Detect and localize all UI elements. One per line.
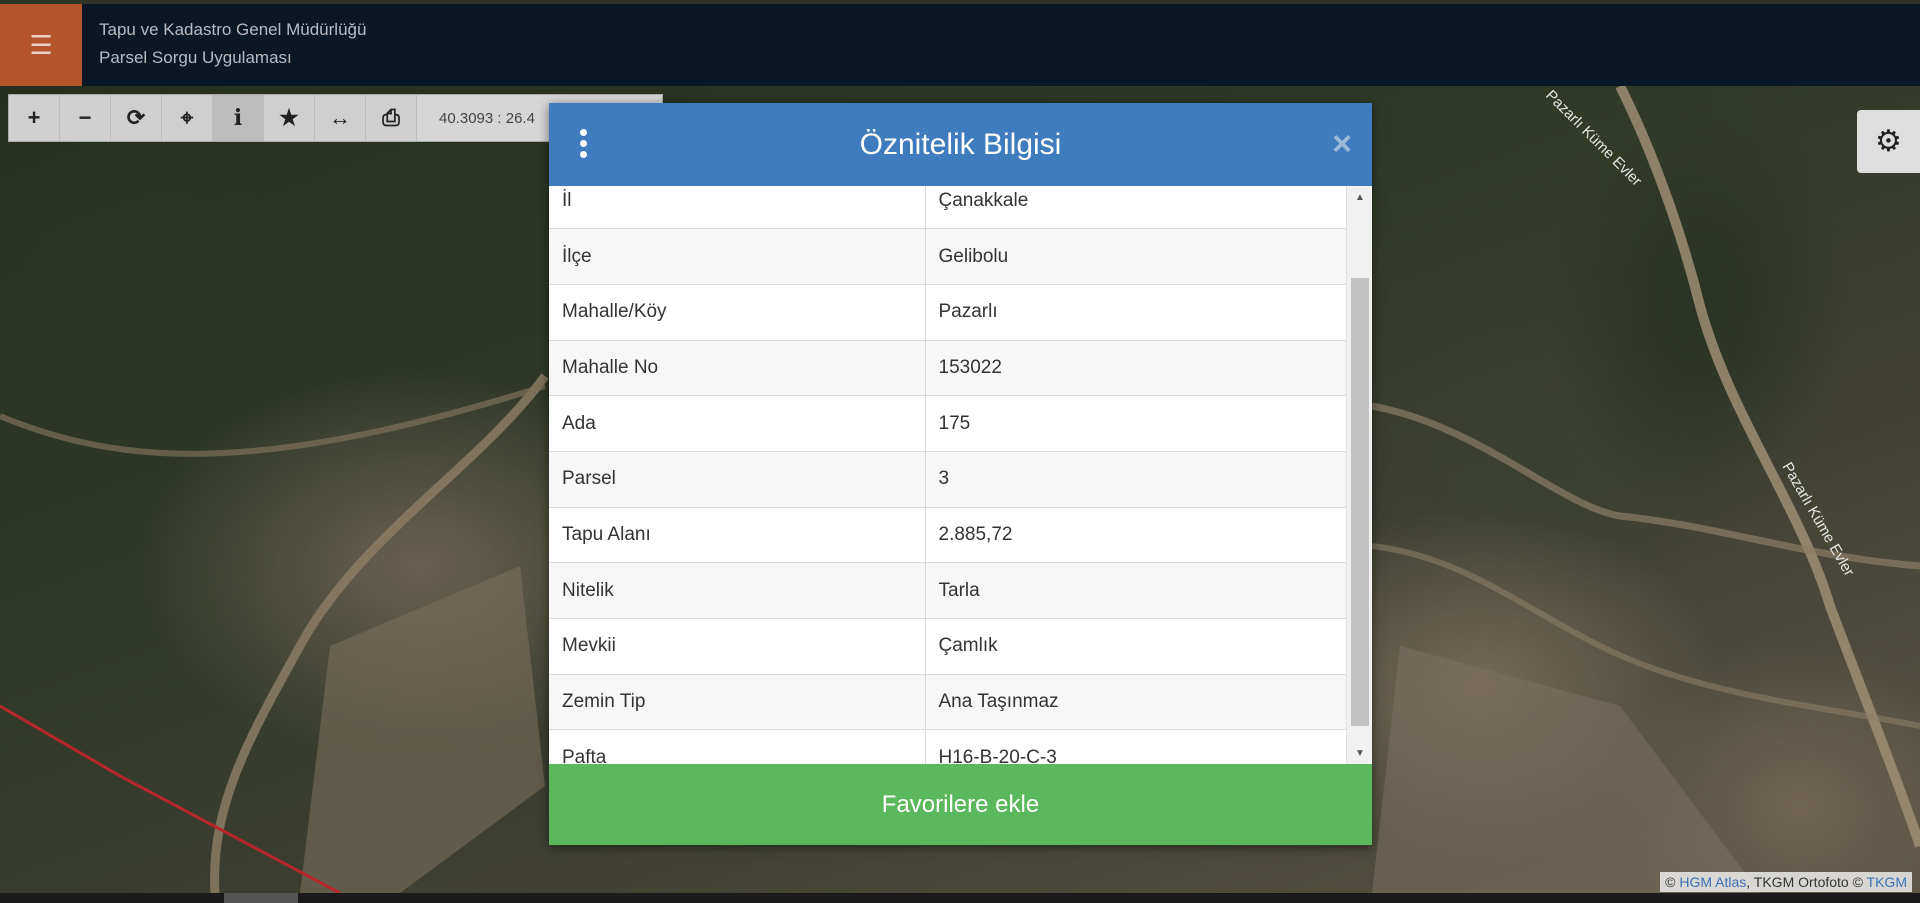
attribute-value: Pazarlı xyxy=(925,284,1346,341)
bottom-tab[interactable] xyxy=(224,893,298,903)
dialog-header: Öznitelik Bilgisi × xyxy=(549,103,1372,186)
attribute-key: Mevkii xyxy=(549,618,926,675)
more-options-icon[interactable] xyxy=(577,129,589,158)
scroll-up-arrow-icon[interactable]: ▲ xyxy=(1347,186,1373,208)
table-row: Nitelik Tarla xyxy=(549,562,1346,619)
zoom-in-icon: + xyxy=(27,105,41,130)
table-row: Tapu Alanı 2.885,72 xyxy=(549,507,1346,564)
hamburger-icon: ☰ xyxy=(29,29,53,60)
zoom-out-icon: − xyxy=(78,105,92,130)
attribute-info-dialog: Öznitelik Bilgisi × İl Çanakkale İlçe Gelib… xyxy=(549,103,1372,845)
info-button[interactable]: i xyxy=(213,95,264,141)
app-subtitle: Parsel Sorgu Uygulaması xyxy=(99,48,292,67)
table-row: Mahalle/Köy Pazarlı xyxy=(549,284,1346,341)
attribute-key: İlçe xyxy=(549,228,926,285)
refresh-icon: ⟳ xyxy=(126,105,146,130)
favorite-button[interactable]: ★ xyxy=(264,95,315,141)
map-attribution: © HGM Atlas, TKGM Ortofoto © TKGM xyxy=(1660,872,1912,892)
attribution-middle: , TKGM Ortofoto © xyxy=(1746,874,1867,890)
attribute-value: Gelibolu xyxy=(925,228,1346,285)
attribution-prefix: © xyxy=(1665,874,1680,890)
table-scrollbar[interactable]: ▲ ▼ xyxy=(1346,186,1372,764)
table-row: Zemin Tip Ana Taşınmaz xyxy=(549,674,1346,731)
attribute-table-container[interactable]: İl Çanakkale İlçe Gelibolu Mahalle/Köy Pazarl… xyxy=(549,186,1372,764)
close-icon[interactable]: × xyxy=(1332,125,1352,164)
settings-button[interactable]: ⚙ xyxy=(1857,110,1920,173)
attribute-value: H16-B-20-C-3 xyxy=(925,729,1346,764)
print-button[interactable]: ⎙ xyxy=(366,95,417,141)
attribute-value: Çanakkale xyxy=(925,186,1346,230)
attribute-key: Mahalle No xyxy=(549,340,926,397)
app-title: Tapu ve Kadastro Genel Müdürlüğü xyxy=(99,20,367,39)
scroll-down-arrow-icon[interactable]: ▼ xyxy=(1347,742,1373,764)
hgm-atlas-link[interactable]: HGM Atlas xyxy=(1679,874,1746,890)
attribute-key: Nitelik xyxy=(549,562,926,619)
table-row: Mahalle No 153022 xyxy=(549,340,1346,397)
attribute-key: Ada xyxy=(549,395,926,452)
attribute-key: Zemin Tip xyxy=(549,674,926,731)
refresh-button[interactable]: ⟳ xyxy=(111,95,162,141)
print-icon: ⎙ xyxy=(382,105,400,130)
attribute-key: Pafta xyxy=(549,729,926,764)
add-to-favorites-button[interactable]: Favorilere ekle xyxy=(549,764,1372,845)
app-header: ☰ Tapu ve Kadastro Genel Müdürlüğü Parse… xyxy=(0,4,1920,86)
app-brand: Tapu ve Kadastro Genel Müdürlüğü Parsel … xyxy=(99,16,366,72)
measure-button[interactable]: ↔ xyxy=(315,95,366,141)
table-row: Ada 175 xyxy=(549,395,1346,452)
locate-icon: ⌖ xyxy=(180,105,194,130)
measure-icon: ↔ xyxy=(329,105,351,130)
attribute-table: İl Çanakkale İlçe Gelibolu Mahalle/Köy Pazarl… xyxy=(549,186,1346,764)
dialog-title: Öznitelik Bilgisi xyxy=(859,127,1062,161)
attribute-key: Tapu Alanı xyxy=(549,507,926,564)
attribute-value: Ana Taşınmaz xyxy=(925,674,1346,731)
attribute-value: 175 xyxy=(925,395,1346,452)
table-row: Parsel 3 xyxy=(549,451,1346,508)
gear-icon: ⚙ xyxy=(1875,125,1902,158)
locate-button[interactable]: ⌖ xyxy=(162,95,213,141)
hamburger-menu-button[interactable]: ☰ xyxy=(0,4,82,86)
favorite-icon: ★ xyxy=(279,105,299,130)
attribute-key: Mahalle/Köy xyxy=(549,284,926,341)
info-icon: i xyxy=(233,105,243,131)
attribute-key: İl xyxy=(549,186,926,230)
attribute-value: 2.885,72 xyxy=(925,507,1346,564)
zoom-in-button[interactable]: + xyxy=(9,95,60,141)
table-row: Pafta H16-B-20-C-3 xyxy=(549,729,1346,764)
table-row: İl Çanakkale xyxy=(549,186,1346,230)
scroll-thumb[interactable] xyxy=(1351,278,1369,726)
attribute-value: 3 xyxy=(925,451,1346,508)
attribute-value: Tarla xyxy=(925,562,1346,619)
attribute-key: Parsel xyxy=(549,451,926,508)
table-row: İlçe Gelibolu xyxy=(549,228,1346,285)
attribute-value: 153022 xyxy=(925,340,1346,397)
zoom-out-button[interactable]: − xyxy=(60,95,111,141)
table-row: Mevkii Çamlık xyxy=(549,618,1346,675)
tkgm-link[interactable]: TKGM xyxy=(1867,874,1907,890)
attribute-value: Çamlık xyxy=(925,618,1346,675)
